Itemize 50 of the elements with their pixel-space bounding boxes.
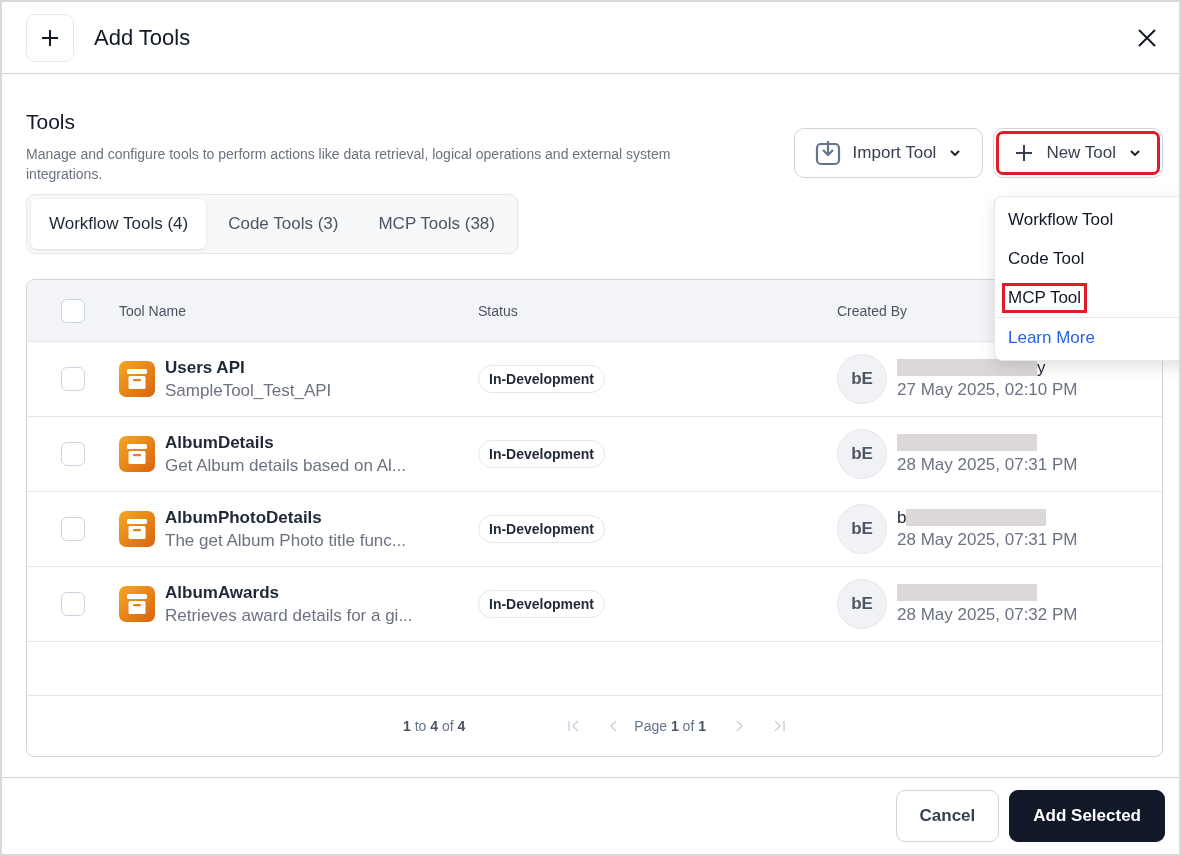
row-checkbox[interactable]	[61, 442, 85, 466]
created-date: 28 May 2025, 07:32 PM	[897, 604, 1078, 625]
archive-box-icon	[119, 436, 155, 472]
avatar: bE	[837, 504, 887, 554]
section-title: Tools	[26, 110, 77, 134]
tool-description: Retrieves award details for a gi...	[165, 605, 413, 626]
tool-description: SampleTool_Test_API	[165, 380, 332, 401]
row-checkbox[interactable]	[61, 367, 85, 391]
tab[interactable]: MCP Tools (38)	[360, 199, 513, 249]
cancel-button[interactable]: Cancel	[895, 790, 1000, 842]
tool-name: AlbumAwards	[165, 582, 280, 603]
plus-icon	[26, 13, 74, 62]
tool-description: The get Album Photo title func...	[165, 530, 406, 551]
column-header: Created By	[837, 302, 908, 319]
tab[interactable]: Workflow Tools (4)	[31, 199, 207, 249]
add-selected-button[interactable]: Add Selected	[1009, 790, 1165, 842]
menu-item[interactable]: Code Tool	[1004, 245, 1089, 272]
download-icon	[814, 140, 841, 166]
new-tool-button[interactable]: New Tool	[993, 128, 1163, 178]
tool-name: AlbumDetails	[165, 432, 275, 453]
avatar: bE	[837, 354, 887, 404]
tool-name: Users API	[165, 357, 246, 378]
page-indicator: Page 1 of 1	[634, 718, 706, 734]
creator-name: b	[897, 508, 907, 527]
avatar: bE	[837, 579, 887, 629]
section-description: Manage and configure tools to perform actions like data retrieval, logical operations and external system integrations.	[26, 145, 672, 184]
archive-box-icon	[119, 361, 155, 397]
created-date: 28 May 2025, 07:31 PM	[897, 454, 1078, 475]
plus-icon	[1014, 143, 1035, 163]
created-date: 27 May 2025, 02:10 PM	[897, 379, 1078, 400]
select-all-checkbox[interactable]	[61, 298, 85, 323]
column-header: Status	[478, 302, 518, 319]
menu-item[interactable]: Workflow Tool	[1004, 206, 1118, 233]
created-date: 28 May 2025, 07:31 PM	[897, 529, 1078, 550]
close-icon[interactable]	[1137, 27, 1157, 48]
tool-name: AlbumPhotoDetails	[165, 507, 323, 528]
avatar: bE	[837, 429, 887, 479]
row-checkbox[interactable]	[61, 517, 85, 541]
archive-box-icon	[119, 586, 155, 622]
learn-more-link[interactable]: Learn More	[1004, 324, 1099, 351]
tab[interactable]: Code Tools (3)	[210, 199, 357, 249]
row-checkbox[interactable]	[61, 592, 85, 616]
creator-name: y	[1037, 358, 1046, 377]
tool-description: Get Album details based on Al...	[165, 455, 406, 476]
archive-box-icon	[119, 511, 155, 547]
import-tool-button[interactable]: Import Tool	[793, 128, 984, 178]
dialog-title: Add Tools	[94, 24, 192, 51]
menu-item[interactable]: MCP Tool	[1004, 284, 1086, 311]
column-header: Tool Name	[119, 302, 186, 319]
row-range: 1 to 4 of 4	[403, 718, 466, 734]
